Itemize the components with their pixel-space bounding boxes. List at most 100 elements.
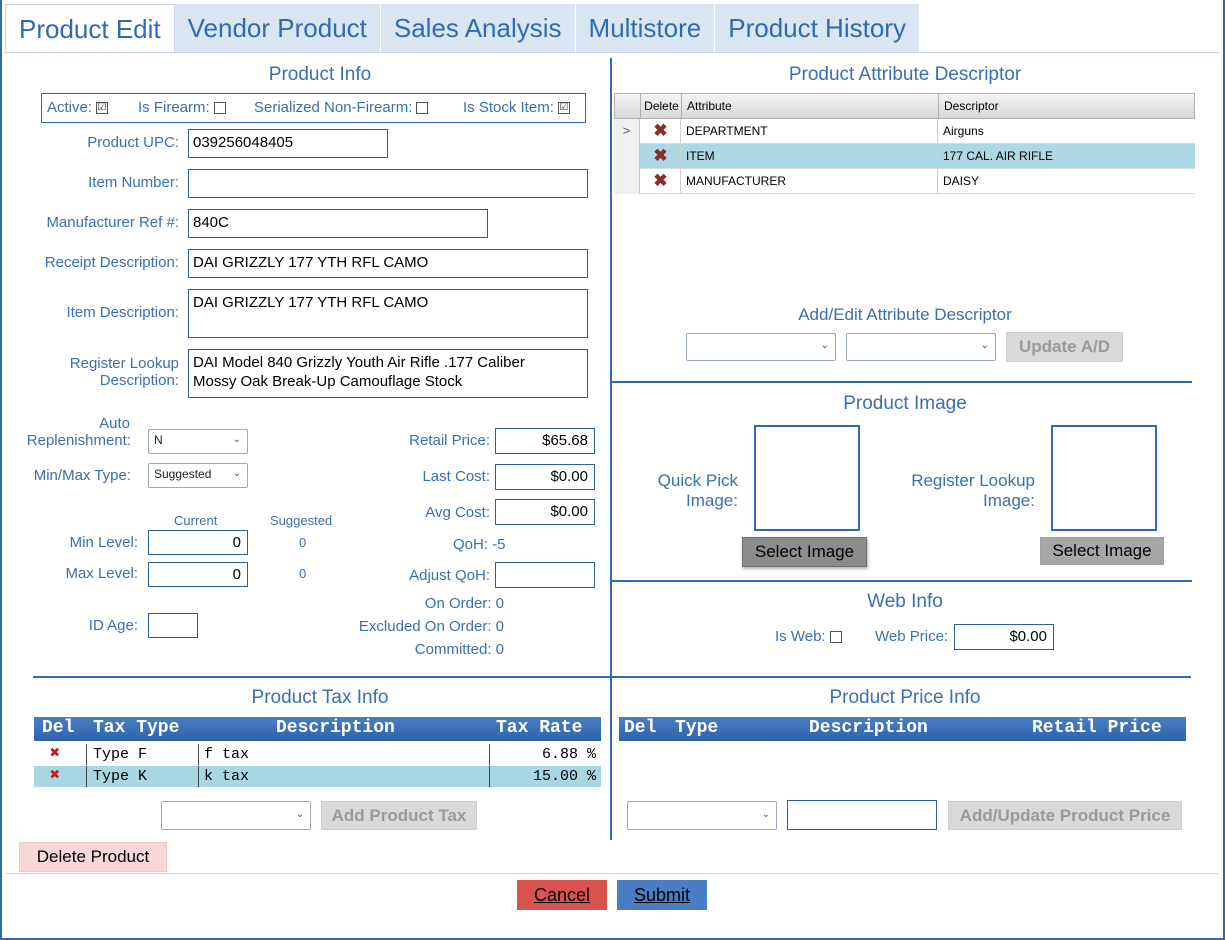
receipt-desc-label: Receipt Description: bbox=[44, 254, 179, 271]
delete-icon[interactable]: ✖ bbox=[641, 146, 680, 166]
item-desc-label: Item Description: bbox=[66, 304, 179, 321]
chevron-down-icon: ⌄ bbox=[232, 434, 241, 445]
edit-attribute-title: Add/Edit Attribute Descriptor bbox=[798, 305, 1012, 324]
product-image-title: Product Image bbox=[843, 393, 967, 414]
min-level-input[interactable]: 0 bbox=[148, 530, 248, 555]
stock-checkbox[interactable]: ☑ bbox=[557, 102, 570, 115]
is-web-field: Is Web: bbox=[775, 628, 842, 645]
firearm-flag: Is Firearm: bbox=[138, 99, 226, 116]
select-register-image-button[interactable]: Select Image bbox=[1040, 537, 1164, 565]
price-type-select[interactable]: ⌄ bbox=[627, 801, 777, 830]
attribute-grid-header: Delete Attribute Descriptor bbox=[614, 93, 1195, 119]
tab-multistore[interactable]: Multistore bbox=[575, 4, 716, 53]
adjust-qoh-input[interactable] bbox=[495, 562, 595, 588]
committed-text: Committed: 0 bbox=[414, 641, 504, 658]
row-header bbox=[614, 144, 640, 169]
minmax-type-label: Min/Max Type: bbox=[33, 467, 131, 484]
register-lookup-line2: Mossy Oak Break-Up Camouflage Stock bbox=[193, 373, 463, 390]
attribute-row[interactable]: ✖ ITEM 177 CAL. AIR RIFLE bbox=[614, 144, 1195, 169]
tab-vendor-product[interactable]: Vendor Product bbox=[174, 4, 381, 53]
submit-button[interactable]: Submit bbox=[617, 880, 707, 910]
on-order-text: On Order: 0 bbox=[424, 595, 504, 612]
serialized-label: Serialized Non-Firearm: bbox=[254, 99, 413, 116]
update-ad-button[interactable]: Update A/D bbox=[1006, 332, 1123, 362]
attribute-column-header: Attribute bbox=[687, 99, 732, 113]
last-cost-input[interactable]: $0.00 bbox=[495, 464, 595, 490]
item-desc-textarea[interactable]: DAI GRIZZLY 177 YTH RFL CAMO bbox=[188, 289, 588, 338]
descriptor-select[interactable]: ⌄ bbox=[846, 333, 996, 361]
firearm-label: Is Firearm: bbox=[138, 99, 210, 116]
divider-web bbox=[612, 580, 1192, 582]
firearm-checkbox[interactable] bbox=[213, 102, 226, 115]
upc-label: Product UPC: bbox=[87, 134, 179, 151]
add-update-product-price-button[interactable]: Add/Update Product Price bbox=[948, 801, 1182, 830]
tax-row[interactable]: ✖ Type K k tax 15.00 % bbox=[34, 766, 601, 787]
tax-description-header: Description bbox=[276, 718, 395, 738]
web-price-input[interactable]: $0.00 bbox=[954, 624, 1054, 650]
attribute-cell: ITEM bbox=[680, 144, 715, 168]
upc-input[interactable]: 039256048405 bbox=[188, 129, 388, 158]
header-separator bbox=[681, 94, 682, 118]
register-lookup-textarea[interactable]: DAI Model 840 Grizzly Youth Air Rifle .1… bbox=[188, 349, 588, 398]
tab-sales-analysis[interactable]: Sales Analysis bbox=[380, 4, 576, 53]
attribute-select[interactable]: ⌄ bbox=[686, 333, 836, 361]
chevron-down-icon: ⌄ bbox=[820, 340, 829, 351]
max-level-input[interactable]: 0 bbox=[148, 562, 248, 587]
tax-description-cell: f tax bbox=[204, 746, 250, 763]
header-separator bbox=[938, 94, 939, 118]
excluded-on-order-text: Excluded On Order: 0 bbox=[358, 618, 504, 635]
delete-product-button[interactable]: Delete Product bbox=[19, 842, 167, 872]
chevron-down-icon: ⌄ bbox=[761, 809, 770, 820]
mfr-ref-input[interactable]: 840C bbox=[188, 209, 488, 238]
flags-box: Active: ☑ Is Firearm: Serialized Non-Fire… bbox=[41, 93, 586, 123]
auto-replenish-select[interactable]: N ⌄ bbox=[148, 429, 248, 454]
delete-icon[interactable]: ✖ bbox=[641, 171, 680, 191]
active-checkbox[interactable]: ☑ bbox=[96, 102, 109, 115]
id-age-label: ID Age: bbox=[88, 617, 138, 634]
auto-replenish-value: N bbox=[154, 433, 163, 447]
item-number-input[interactable] bbox=[188, 169, 588, 198]
row-pointer-icon: > bbox=[614, 119, 640, 144]
register-lookup-image-box[interactable] bbox=[1051, 425, 1157, 531]
min-level-suggested: 0 bbox=[299, 535, 307, 550]
price-info-title: Product Price Info bbox=[829, 687, 981, 708]
delete-column-header: Delete bbox=[644, 99, 679, 113]
is-web-label: Is Web: bbox=[775, 628, 826, 645]
cancel-button[interactable]: Cancel bbox=[517, 880, 607, 910]
descriptor-cell: 177 CAL. AIR RIFLE bbox=[937, 144, 1053, 168]
adjust-qoh-label: Adjust QoH: bbox=[409, 567, 490, 584]
minmax-type-select[interactable]: Suggested ⌄ bbox=[148, 463, 248, 488]
suggested-header: Suggested bbox=[270, 513, 333, 528]
id-age-input[interactable] bbox=[148, 613, 198, 638]
attribute-cell: DEPARTMENT bbox=[680, 119, 768, 143]
receipt-desc-input[interactable]: DAI GRIZZLY 177 YTH RFL CAMO bbox=[188, 249, 588, 278]
tab-product-history[interactable]: Product History bbox=[715, 4, 920, 53]
select-quick-pick-image-button[interactable]: Select Image bbox=[742, 537, 867, 567]
tax-rate-cell: 6.88 % bbox=[541, 746, 596, 763]
register-lookup-label-line2: Description: bbox=[99, 372, 179, 389]
last-cost-label: Last Cost: bbox=[422, 468, 490, 485]
tab-product-edit[interactable]: Product Edit bbox=[5, 4, 175, 54]
attribute-row[interactable]: ✖ MANUFACTURER DAISY bbox=[614, 169, 1195, 194]
delete-icon[interactable]: ✖ bbox=[641, 121, 680, 141]
quick-pick-image-box[interactable] bbox=[754, 425, 860, 531]
attribute-row[interactable]: > ✖ DEPARTMENT Airguns bbox=[614, 119, 1195, 144]
serialized-checkbox[interactable] bbox=[416, 102, 429, 115]
tax-row[interactable]: ✖ Type F f tax 6.88 % bbox=[34, 744, 601, 765]
delete-icon[interactable]: ✖ bbox=[43, 766, 67, 787]
is-web-checkbox[interactable] bbox=[829, 631, 842, 644]
current-header: Current bbox=[174, 513, 218, 528]
delete-icon[interactable]: ✖ bbox=[43, 744, 67, 765]
auto-replenish-label: Auto Replenishment: bbox=[10, 415, 131, 449]
register-lookup-line1: DAI Model 840 Grizzly Youth Air Rifle .1… bbox=[193, 354, 525, 371]
register-image-label-line1: Register Lookup bbox=[911, 471, 1035, 490]
tax-rate-header: Tax Rate bbox=[496, 718, 583, 738]
retail-price-input[interactable]: $65.68 bbox=[495, 428, 595, 454]
avg-cost-input[interactable]: $0.00 bbox=[495, 499, 595, 525]
add-product-tax-button[interactable]: Add Product Tax bbox=[321, 801, 477, 830]
tax-type-select[interactable]: ⌄ bbox=[161, 801, 311, 830]
quick-pick-label-line1: Quick Pick bbox=[657, 471, 738, 490]
retail-price-entry[interactable] bbox=[787, 800, 937, 830]
avg-cost-label: Avg Cost: bbox=[425, 504, 490, 521]
row-header bbox=[614, 169, 640, 194]
